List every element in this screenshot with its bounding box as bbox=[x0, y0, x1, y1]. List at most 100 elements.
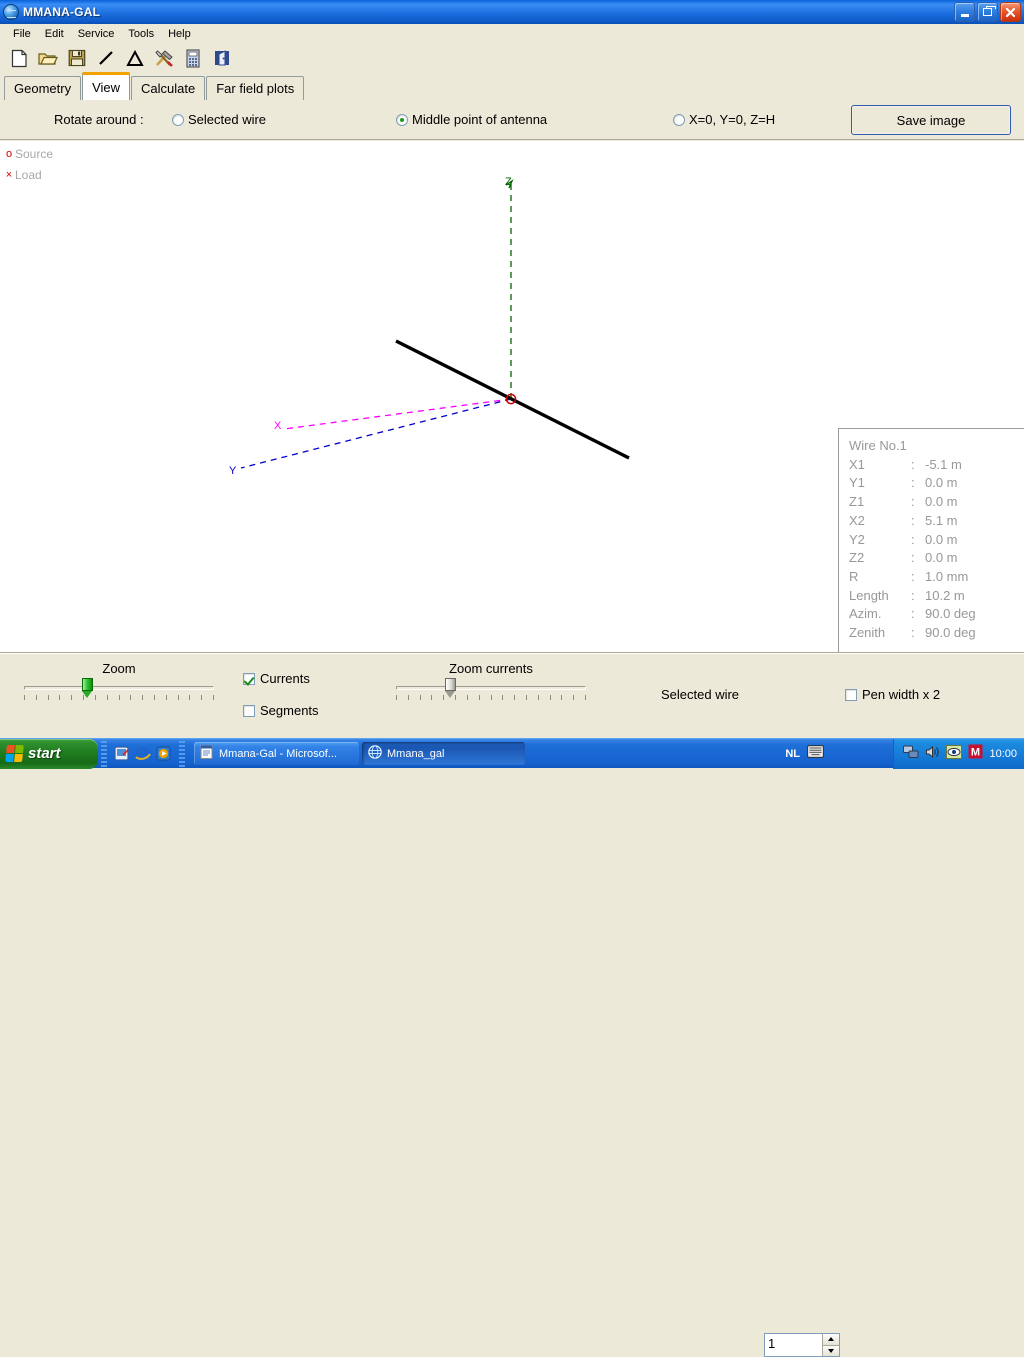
zoom-slider-thumb[interactable] bbox=[82, 678, 94, 699]
wire-info-sep: : bbox=[911, 456, 915, 472]
menu-item-service[interactable]: Service bbox=[71, 26, 122, 42]
svg-text:M: M bbox=[971, 747, 980, 759]
zoom-currents-slider-label: Zoom currents bbox=[449, 661, 533, 676]
tools-hammer-icon[interactable] bbox=[153, 47, 175, 69]
save-disk-icon[interactable] bbox=[66, 47, 88, 69]
wire-info-sep: : bbox=[911, 606, 915, 622]
menu-item-file[interactable]: File bbox=[6, 26, 38, 42]
system-tray: M 10:00 bbox=[893, 739, 1024, 769]
media-player-icon[interactable] bbox=[156, 746, 172, 762]
restore-button[interactable] bbox=[977, 2, 998, 22]
checkbox-pen-width-label: Pen width x 2 bbox=[862, 687, 941, 702]
wire-info-sep: : bbox=[911, 531, 915, 547]
radio-origin-xyz[interactable]: X=0, Y=0, Z=H bbox=[673, 112, 775, 127]
wire-info-key: Z2 bbox=[849, 550, 865, 566]
wire-info-value: -5.1 m bbox=[925, 456, 962, 472]
volume-icon[interactable] bbox=[925, 745, 940, 764]
calculator-icon[interactable] bbox=[182, 47, 204, 69]
chevron-up-icon bbox=[828, 1337, 834, 1342]
wire-info-title: Wire No.1 bbox=[849, 438, 907, 453]
tab-view-label: View bbox=[92, 80, 121, 95]
wire-info-value: 90.0 deg bbox=[925, 625, 976, 641]
language-indicator: NL bbox=[785, 748, 800, 760]
wire-info-key: Y1 bbox=[849, 475, 865, 491]
wire-info-sep: : bbox=[911, 550, 915, 566]
exit-door-icon[interactable] bbox=[211, 47, 233, 69]
checkbox-pen-width[interactable]: Pen width x 2 bbox=[845, 687, 940, 702]
wire-info-row: Z1 : 0.0 m bbox=[849, 493, 1024, 512]
wire-info-key: Y2 bbox=[849, 531, 865, 547]
wire-info-row: Zenith : 90.0 deg bbox=[849, 624, 1024, 643]
zoom-currents-slider-track[interactable] bbox=[396, 678, 586, 698]
wire-info-row: R : 1.0 mm bbox=[849, 568, 1024, 587]
taskbar-clock: 10:00 bbox=[989, 748, 1017, 760]
toolbar bbox=[0, 44, 1024, 72]
selected-wire-label: Selected wire bbox=[661, 687, 740, 702]
wire-info-sep: : bbox=[911, 625, 915, 641]
wire-info-value: 0.0 m bbox=[925, 531, 958, 547]
wire-line-icon[interactable] bbox=[95, 47, 117, 69]
spinner-down-button[interactable] bbox=[822, 1345, 839, 1356]
checkbox-currents-indicator bbox=[243, 672, 255, 685]
tab-far-field-plots[interactable]: Far field plots bbox=[206, 76, 305, 100]
menu-item-tools[interactable]: Tools bbox=[121, 26, 161, 42]
minimize-button[interactable] bbox=[954, 2, 975, 22]
selected-wire-spinner[interactable]: 1 bbox=[764, 1333, 840, 1357]
wire-info-value: 10.2 m bbox=[925, 587, 965, 603]
axis-z-label: Z bbox=[505, 176, 512, 188]
show-desktop-icon[interactable] bbox=[114, 745, 130, 762]
open-folder-icon[interactable] bbox=[37, 47, 59, 69]
start-button[interactable]: start bbox=[0, 738, 98, 769]
save-image-button[interactable]: Save image bbox=[851, 105, 1011, 135]
m-icon[interactable]: M bbox=[968, 744, 983, 764]
wire-info-row: Length : 10.2 m bbox=[849, 587, 1024, 606]
radio-middle-point-of-antenna-indicator bbox=[396, 113, 408, 126]
selected-wire-value[interactable]: 1 bbox=[765, 1334, 822, 1356]
zoom-slider-group: Zoom bbox=[24, 661, 214, 700]
wire-info-row: Y1 : 0.0 m bbox=[849, 474, 1024, 493]
wire-info-key: X2 bbox=[849, 512, 865, 528]
zoom-slider-track[interactable] bbox=[24, 678, 214, 698]
rotate-around-label: Rotate around : bbox=[54, 112, 144, 127]
wire-info-value: 0.0 m bbox=[925, 475, 958, 491]
taskbar-item-mmana-label: Mmana_gal bbox=[387, 747, 445, 760]
checkbox-segments-indicator bbox=[243, 704, 255, 717]
new-file-icon[interactable] bbox=[8, 47, 30, 69]
checkbox-currents-label: Currents bbox=[260, 671, 310, 686]
checkbox-pen-width-indicator bbox=[845, 688, 857, 701]
eye-icon[interactable] bbox=[946, 744, 963, 764]
wire-info-key: Length bbox=[849, 587, 889, 603]
save-image-label: Save image bbox=[896, 112, 966, 128]
close-button[interactable] bbox=[1000, 2, 1021, 22]
checkbox-currents[interactable]: Currents bbox=[243, 671, 310, 686]
antenna-view-canvas[interactable]: o Source × Load Z X Y Wire No.1 X1 : -5.… bbox=[0, 141, 1024, 653]
menu-item-help[interactable]: Help bbox=[161, 26, 198, 42]
quick-launch-bar bbox=[110, 745, 176, 762]
internet-explorer-icon[interactable] bbox=[135, 746, 151, 762]
window-title: MMANA-GAL bbox=[23, 5, 101, 19]
chevron-down-icon bbox=[828, 1348, 834, 1353]
selected-wire-spinner-arrows bbox=[822, 1334, 839, 1356]
taskbar-item-word-label: Mmana-Gal - Microsof... bbox=[219, 747, 337, 760]
wire-info-sep: : bbox=[911, 512, 915, 528]
tab-view[interactable]: View bbox=[82, 72, 131, 100]
tab-calculate[interactable]: Calculate bbox=[131, 76, 206, 100]
triangle-icon[interactable] bbox=[124, 47, 146, 69]
taskbar-item-mmana[interactable]: Mmana_gal bbox=[362, 742, 525, 765]
menu-item-edit[interactable]: Edit bbox=[38, 26, 71, 42]
checkbox-segments[interactable]: Segments bbox=[243, 703, 319, 718]
language-bar[interactable]: NL bbox=[785, 739, 824, 769]
zoom-currents-slider-ticks bbox=[396, 695, 586, 700]
taskbar-item-word[interactable]: Mmana-Gal - Microsof... bbox=[194, 742, 359, 765]
radio-middle-point-of-antenna[interactable]: Middle point of antenna bbox=[396, 112, 547, 127]
tab-geometry[interactable]: Geometry bbox=[4, 76, 82, 100]
spinner-up-button[interactable] bbox=[822, 1334, 839, 1346]
network-icon[interactable] bbox=[903, 745, 919, 764]
globe-icon bbox=[368, 745, 382, 762]
zoom-currents-slider-thumb[interactable] bbox=[444, 678, 456, 699]
keyboard-icon[interactable] bbox=[807, 745, 824, 763]
tab-far-field-plots-label: Far field plots bbox=[216, 81, 295, 96]
wire-info-value: 90.0 deg bbox=[925, 606, 976, 622]
radio-selected-wire[interactable]: Selected wire bbox=[172, 112, 266, 127]
tab-geometry-label: Geometry bbox=[14, 81, 72, 96]
